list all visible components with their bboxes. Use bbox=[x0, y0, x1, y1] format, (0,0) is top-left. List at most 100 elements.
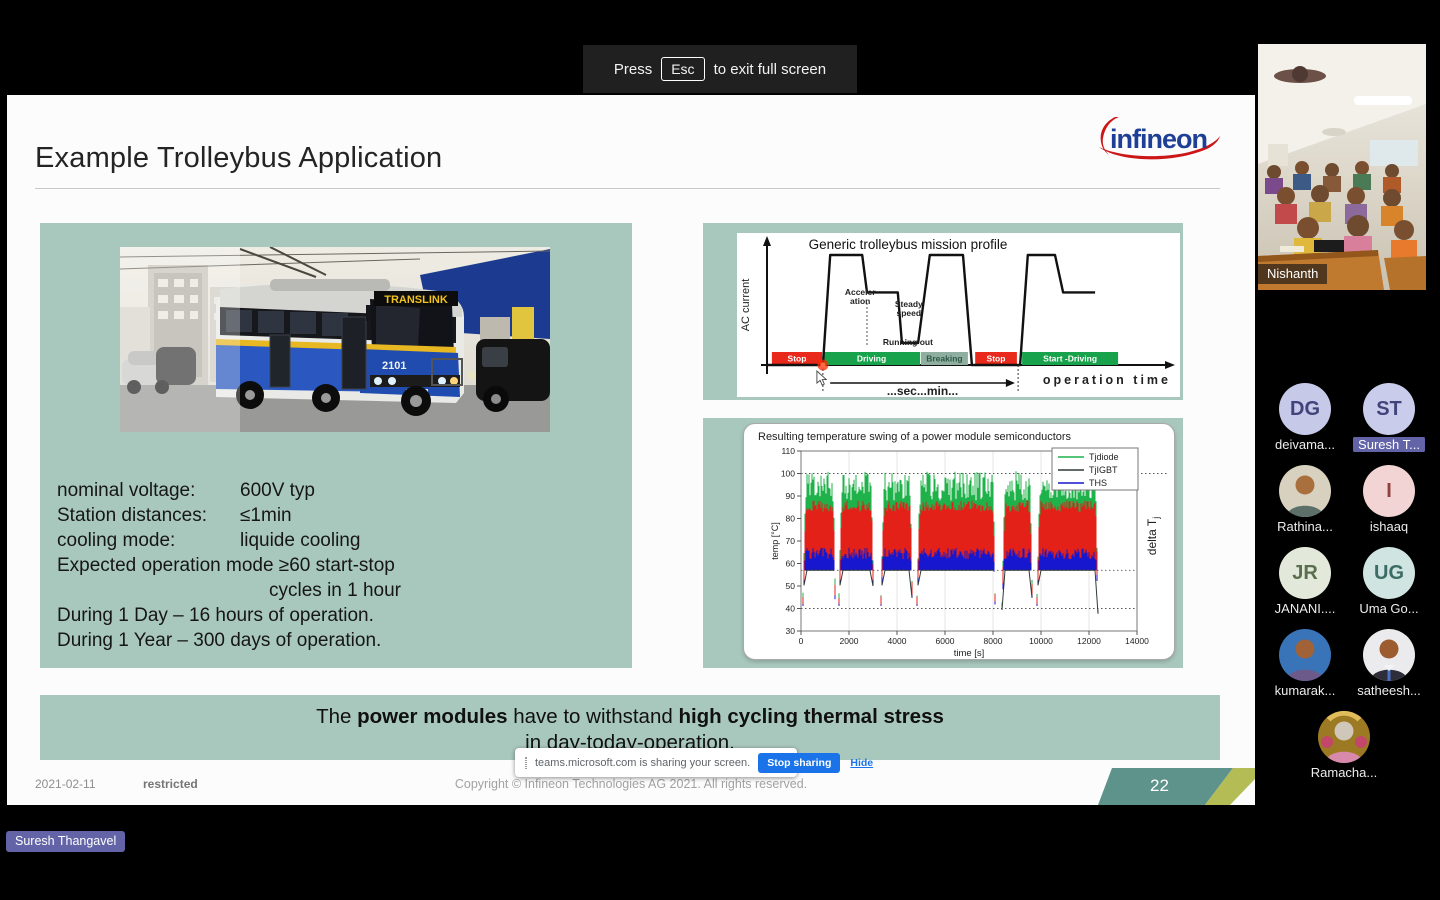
trolleybus-photo: TRANSLINK 2101 bbox=[120, 247, 550, 432]
shared-slide: Example Trolleybus Application infineon bbox=[7, 95, 1255, 805]
spec-line: During 1 Day – 16 hours of operation. bbox=[57, 603, 622, 628]
svg-text:110: 110 bbox=[781, 446, 795, 456]
stop-sharing-button[interactable]: Stop sharing bbox=[758, 753, 840, 773]
classroom-video-illustration bbox=[1258, 44, 1426, 290]
video-participant-name: Nishanth bbox=[1258, 264, 1327, 284]
temperature-chart: Resulting temperature swing of a power m… bbox=[744, 424, 1174, 659]
mission-profile-chart-box: Generic trolleybus mission profile AC cur… bbox=[737, 233, 1180, 397]
svg-text:Stop: Stop bbox=[788, 354, 807, 364]
mission-profile-panel: Generic trolleybus mission profile AC cur… bbox=[703, 223, 1183, 400]
spec-value: ≤1min bbox=[240, 503, 292, 528]
avatar-initials: ST bbox=[1376, 398, 1402, 421]
participant-avatar[interactable] bbox=[1363, 629, 1415, 681]
svg-text:10000: 10000 bbox=[1029, 636, 1053, 646]
spec-label: cooling mode: bbox=[57, 528, 240, 553]
hide-share-bar-link[interactable]: Hide bbox=[850, 757, 873, 769]
temperature-chart-box: Resulting temperature swing of a power m… bbox=[743, 423, 1175, 660]
svg-text:Driving: Driving bbox=[857, 354, 886, 364]
title-rule bbox=[35, 188, 1220, 189]
svg-text:8000: 8000 bbox=[984, 636, 1003, 646]
spec-value: liquide cooling bbox=[240, 528, 360, 553]
spec-label: nominal voltage: bbox=[57, 478, 240, 503]
avatar-photo bbox=[1318, 711, 1370, 763]
participant-avatar[interactable]: DG bbox=[1279, 383, 1331, 435]
svg-text:Running out: Running out bbox=[883, 337, 933, 347]
avatar-initials: UG bbox=[1374, 562, 1404, 585]
svg-text:12000: 12000 bbox=[1077, 636, 1101, 646]
participant-name: kumarak... bbox=[1260, 683, 1350, 698]
svg-text:THS: THS bbox=[1089, 478, 1107, 488]
svg-text:30: 30 bbox=[786, 626, 796, 636]
slide-title: Example Trolleybus Application bbox=[35, 142, 442, 175]
avatar-initials: I bbox=[1386, 480, 1392, 503]
spec-line: During 1 Year – 300 days of operation. bbox=[57, 628, 622, 653]
svg-text:Acceleration: Acceleration bbox=[845, 287, 876, 306]
fullscreen-esc-toast: Press Esc to exit full screen bbox=[583, 45, 857, 93]
participant-name: satheesh... bbox=[1344, 683, 1434, 698]
banner-line1: The power modules have to withstand high… bbox=[40, 704, 1220, 730]
participant-avatar[interactable]: JR bbox=[1279, 547, 1331, 599]
avatar-initials: JR bbox=[1292, 562, 1318, 585]
avatar-photo bbox=[1363, 629, 1415, 681]
spec-row: cooling mode: liquide cooling bbox=[57, 528, 622, 553]
svg-text:2000: 2000 bbox=[840, 636, 859, 646]
avatar-photo bbox=[1279, 465, 1331, 517]
infineon-logo: infineon bbox=[1095, 109, 1223, 165]
svg-text:Steadyspeed: Steadyspeed bbox=[895, 299, 923, 318]
svg-text:Stop: Stop bbox=[987, 354, 1006, 364]
svg-text:AC current: AC current bbox=[740, 279, 752, 332]
svg-text:6000: 6000 bbox=[936, 636, 955, 646]
participants-sidebar: Nishanth DGdeivama...STSuresh T...Rathin… bbox=[1256, 0, 1440, 900]
svg-text:Start -Driving: Start -Driving bbox=[1043, 354, 1097, 364]
spec-line: cycles in 1 hour bbox=[269, 578, 622, 603]
participant-video-tile[interactable]: Nishanth bbox=[1258, 44, 1426, 290]
footer-page-block: 22 bbox=[1098, 768, 1255, 805]
spec-row: Station distances: ≤1min bbox=[57, 503, 622, 528]
spec-value: 600V typ bbox=[240, 478, 315, 503]
spec-list: nominal voltage: 600V typ Station distan… bbox=[57, 478, 622, 653]
footer-copyright: Copyright © Infineon Technologies AG 202… bbox=[7, 777, 1255, 791]
participant-name: JANANI.... bbox=[1260, 601, 1350, 616]
svg-text:60: 60 bbox=[786, 559, 796, 569]
svg-text:TjIGBT: TjIGBT bbox=[1089, 465, 1118, 475]
participant-avatar[interactable] bbox=[1318, 711, 1370, 763]
avatar-initials: DG bbox=[1290, 398, 1320, 421]
svg-text:Tjdiode: Tjdiode bbox=[1089, 452, 1119, 462]
svg-text:80: 80 bbox=[786, 514, 796, 524]
svg-text:50: 50 bbox=[786, 581, 796, 591]
infineon-logo-text: infineon bbox=[1110, 124, 1207, 154]
spec-line: Expected operation mode ≥60 start-stop bbox=[57, 553, 622, 578]
participant-name: deivama... bbox=[1260, 437, 1350, 452]
bus-destination-sign: TRANSLINK bbox=[384, 294, 448, 306]
svg-text:90: 90 bbox=[786, 491, 796, 501]
participant-avatar[interactable]: I bbox=[1363, 465, 1415, 517]
svg-text:Generic trolleybus mission pro: Generic trolleybus mission profile bbox=[809, 237, 1008, 252]
participant-avatar[interactable] bbox=[1279, 465, 1331, 517]
share-message: teams.microsoft.com is sharing your scre… bbox=[535, 757, 750, 769]
esc-toast-rest: to exit full screen bbox=[714, 61, 827, 78]
participant-avatar[interactable]: UG bbox=[1363, 547, 1415, 599]
spec-label: Station distances: bbox=[57, 503, 240, 528]
drag-handle-icon[interactable] bbox=[525, 757, 527, 769]
participant-name: Uma Go... bbox=[1344, 601, 1434, 616]
esc-toast-press: Press bbox=[614, 61, 652, 78]
svg-text:70: 70 bbox=[786, 536, 796, 546]
bus-fleet-number: 2101 bbox=[382, 360, 406, 372]
svg-text:temp [°C]: temp [°C] bbox=[770, 522, 780, 560]
presenter-name-badge: Suresh Thangavel bbox=[6, 831, 125, 852]
temperature-panel: Resulting temperature swing of a power m… bbox=[703, 418, 1183, 668]
esc-key-badge: Esc bbox=[661, 57, 704, 81]
participant-avatar[interactable]: ST bbox=[1363, 383, 1415, 435]
svg-text:delta Tj: delta Tj bbox=[1145, 517, 1161, 555]
trolleybus: TRANSLINK 2101 bbox=[216, 279, 464, 416]
participant-name: Ramacha... bbox=[1299, 765, 1389, 780]
svg-text:Breaking: Breaking bbox=[926, 354, 962, 364]
svg-text:4000: 4000 bbox=[888, 636, 907, 646]
avatar-photo bbox=[1279, 629, 1331, 681]
participant-name: Rathina... bbox=[1260, 519, 1350, 534]
participant-avatar[interactable] bbox=[1279, 629, 1331, 681]
svg-text:14000: 14000 bbox=[1125, 636, 1149, 646]
svg-text:0: 0 bbox=[799, 636, 804, 646]
svg-text:Resulting temperature swing of: Resulting temperature swing of a power m… bbox=[758, 431, 1072, 443]
svg-text:operation time: operation time bbox=[1043, 373, 1171, 387]
